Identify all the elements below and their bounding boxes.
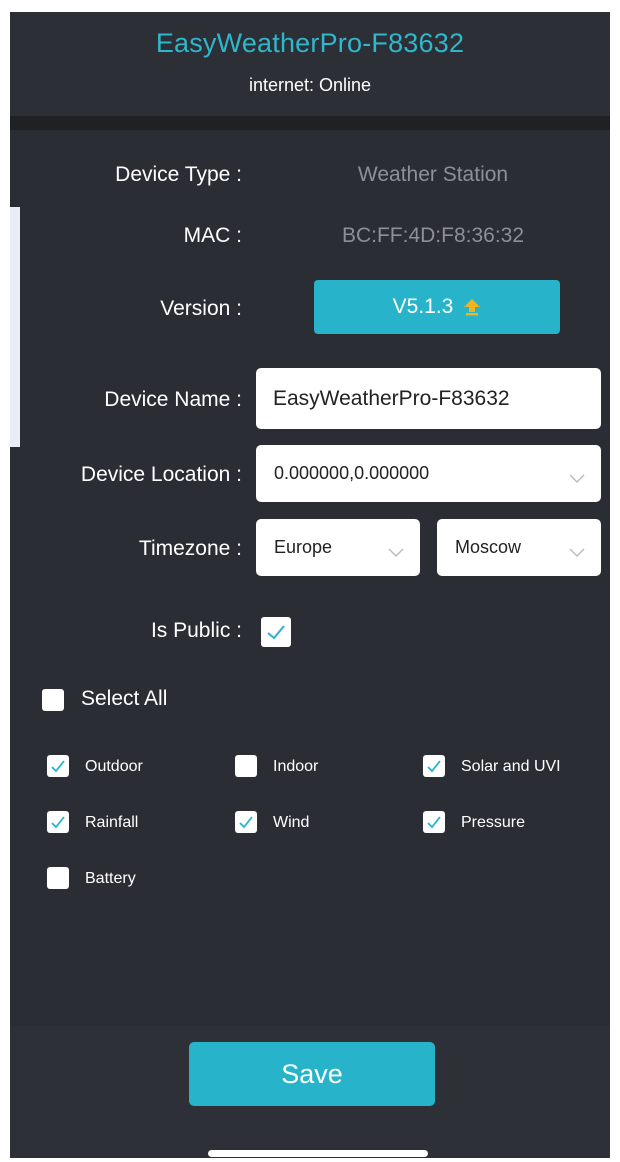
device-name-value: EasyWeatherPro-F83632 <box>273 386 510 410</box>
outdoor-checkbox[interactable] <box>47 755 69 777</box>
checkmark-icon <box>427 816 441 829</box>
indoor-label: Indoor <box>273 758 319 775</box>
outdoor-label: Outdoor <box>85 758 143 775</box>
checkmark-icon <box>427 760 441 773</box>
wind-label: Wind <box>273 814 310 831</box>
is-public-label: Is Public : <box>150 619 242 642</box>
wind-checkbox[interactable] <box>235 811 257 833</box>
device-location-label: Device Location : <box>80 463 242 486</box>
save-button[interactable]: Save <box>189 1042 435 1106</box>
rainfall-checkbox[interactable] <box>47 811 69 833</box>
chevron-down-icon <box>569 542 585 563</box>
connection-status: internet: Online <box>248 75 372 95</box>
checkmark-icon <box>267 625 285 640</box>
device-settings-screen: EasyWeatherPro-F83632 internet: Online D… <box>10 12 610 1158</box>
rainfall-label: Rainfall <box>85 814 139 831</box>
version-label: Version : <box>160 297 242 320</box>
checkmark-icon <box>51 760 65 773</box>
version-value: V5.1.3 <box>392 295 454 318</box>
device-location-value: 0.000000,0.000000 <box>274 463 430 483</box>
device-name-input[interactable]: EasyWeatherPro-F83632 <box>256 368 601 429</box>
device-location-select[interactable]: 0.000000,0.000000 <box>256 445 601 502</box>
is-public-checkbox[interactable] <box>261 617 291 647</box>
home-indicator[interactable] <box>208 1150 428 1157</box>
indoor-checkbox[interactable] <box>235 755 257 777</box>
pressure-checkbox[interactable] <box>423 811 445 833</box>
header-divider <box>10 116 610 130</box>
select-all-checkbox[interactable] <box>42 689 64 711</box>
version-update-button[interactable]: V5.1.3 <box>314 280 560 334</box>
page-title: EasyWeatherPro-F83632 <box>155 28 465 58</box>
battery-label: Battery <box>85 870 136 887</box>
timezone-region-select[interactable]: Europe <box>256 519 420 576</box>
mac-value: BC:FF:4D:F8:36:32 <box>341 224 525 247</box>
upgrade-arrow-icon <box>463 298 481 316</box>
timezone-city-value: Moscow <box>455 537 522 557</box>
timezone-city-select[interactable]: Moscow <box>437 519 601 576</box>
timezone-label: Timezone : <box>138 537 242 560</box>
chevron-down-icon <box>569 468 585 489</box>
checkmark-icon <box>239 816 253 829</box>
device-type-value: Weather Station <box>357 163 509 186</box>
device-name-label: Device Name : <box>104 388 242 411</box>
solar-uvi-label: Solar and UVI <box>461 758 561 775</box>
device-type-label: Device Type : <box>115 163 242 186</box>
header: EasyWeatherPro-F83632 internet: Online <box>10 12 610 116</box>
chevron-down-icon <box>388 542 404 563</box>
battery-checkbox[interactable] <box>47 867 69 889</box>
pressure-label: Pressure <box>461 814 526 831</box>
solar-uvi-checkbox[interactable] <box>423 755 445 777</box>
select-all-label: Select All <box>81 687 168 710</box>
mac-label: MAC : <box>183 224 242 247</box>
checkmark-icon <box>51 816 65 829</box>
timezone-region-value: Europe <box>274 537 333 557</box>
